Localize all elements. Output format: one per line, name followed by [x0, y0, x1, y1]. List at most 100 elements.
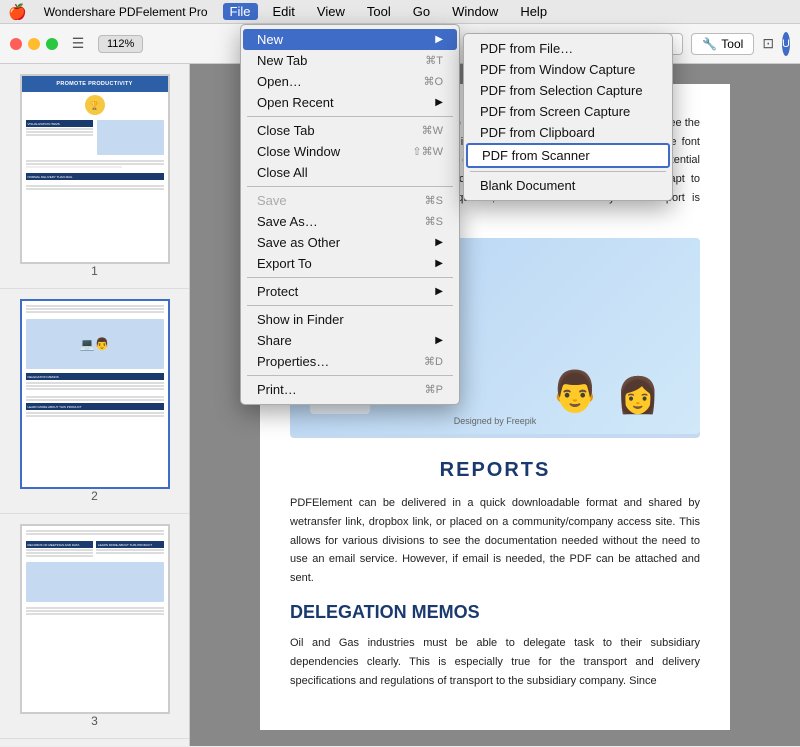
menu-item-export[interactable]: Export To ▶: [243, 253, 457, 274]
minimize-button[interactable]: [28, 38, 40, 50]
pdf-from-selection-label: PDF from Selection Capture: [480, 83, 643, 98]
menu-item-share[interactable]: Share ▶: [243, 330, 457, 351]
maximize-button[interactable]: [46, 38, 58, 50]
menu-item-open[interactable]: Open… ⌘O: [243, 71, 457, 92]
page-1-thumbnail: PROMOTE PRODUCTIVITY 🏆 VISUALIZATION ITE…: [20, 74, 170, 264]
menubar-window[interactable]: Window: [445, 3, 505, 20]
tool-button[interactable]: 🔧 Tool: [691, 33, 754, 55]
file-menu-sep-5: [247, 375, 453, 376]
close-button[interactable]: [10, 38, 22, 50]
blank-document-label: Blank Document: [480, 178, 575, 193]
page-3-number: 3: [91, 714, 98, 728]
pdf-from-screen-label: PDF from Screen Capture: [480, 104, 630, 119]
pdf-paragraph-3: PDFElement can be delivered in a quick d…: [290, 494, 700, 587]
page-2-number: 2: [91, 489, 98, 503]
menu-save-shortcut: ⌘S: [425, 194, 443, 207]
pdf-from-file-label: PDF from File…: [480, 41, 573, 56]
menu-protect-label: Protect: [257, 284, 431, 299]
sidebar-page-3[interactable]: RECORDS OF MEETINGS AND DATA LEARN MORE …: [0, 514, 189, 739]
submenu-pdf-from-window[interactable]: PDF from Window Capture: [466, 59, 670, 80]
menu-item-close-tab[interactable]: Close Tab ⌘W: [243, 120, 457, 141]
file-menu-sep-1: [247, 116, 453, 117]
sidebar-page-1[interactable]: PROMOTE PRODUCTIVITY 🏆 VISUALIZATION ITE…: [0, 64, 189, 289]
toolbar-left: ☰ 112%: [0, 32, 190, 56]
menu-item-close-window[interactable]: Close Window ⇧⌘W: [243, 141, 457, 162]
menu-new-tab-label: New Tab: [257, 53, 417, 68]
submenu-blank-document[interactable]: Blank Document: [466, 175, 670, 196]
page-3-thumbnail: RECORDS OF MEETINGS AND DATA LEARN MORE …: [20, 524, 170, 714]
menubar-help[interactable]: Help: [513, 3, 554, 20]
submenu-pdf-from-clipboard[interactable]: PDF from Clipboard: [466, 122, 670, 143]
pdf-delegation-title: DELEGATION MEMOS: [290, 598, 700, 627]
submenu-separator: [470, 171, 666, 172]
menu-item-print[interactable]: Print… ⌘P: [243, 379, 457, 400]
page-1-number: 1: [91, 264, 98, 278]
user-avatar[interactable]: U: [782, 32, 790, 56]
menu-open-recent-arrow: ▶: [435, 97, 443, 108]
menu-item-show-finder[interactable]: Show in Finder: [243, 309, 457, 330]
menu-print-label: Print…: [257, 382, 417, 397]
menu-save-as-shortcut: ⌘S: [425, 215, 443, 228]
menu-close-tab-label: Close Tab: [257, 123, 414, 138]
submenu-pdf-from-file[interactable]: PDF from File…: [466, 38, 670, 59]
submenu-pdf-from-screen[interactable]: PDF from Screen Capture: [466, 101, 670, 122]
file-menu-dropdown: New ▶ PDF from File… PDF from Window Cap…: [240, 24, 460, 405]
sidebar-page-2[interactable]: 💻👨 DELEGATION MEMOS LEARN MORE ABOUT THI…: [0, 289, 189, 514]
menu-item-save-as[interactable]: Save As… ⌘S: [243, 211, 457, 232]
menubar-tool[interactable]: Tool: [360, 3, 398, 20]
menu-new-tab-shortcut: ⌘T: [425, 54, 443, 67]
pdf-paragraph-4: Oil and Gas industries must be able to d…: [290, 634, 700, 690]
menu-close-window-shortcut: ⇧⌘W: [412, 145, 443, 158]
sidebar-toggle-icon[interactable]: ☰: [66, 32, 90, 56]
menu-save-other-arrow: ▶: [435, 237, 443, 248]
expand-icon[interactable]: ⊡: [762, 32, 774, 56]
file-menu-sep-3: [247, 277, 453, 278]
menu-item-new[interactable]: New ▶ PDF from File… PDF from Window Cap…: [243, 29, 457, 50]
menu-save-label: Save: [257, 193, 417, 208]
menu-item-open-recent[interactable]: Open Recent ▶: [243, 92, 457, 113]
menu-item-save: Save ⌘S: [243, 190, 457, 211]
zoom-control[interactable]: 112%: [98, 35, 143, 53]
menu-new-arrow: ▶: [435, 34, 443, 45]
menu-item-properties[interactable]: Properties… ⌘D: [243, 351, 457, 372]
menu-open-label: Open…: [257, 74, 415, 89]
menu-share-arrow: ▶: [435, 335, 443, 346]
submenu-pdf-from-scanner[interactable]: PDF from Scanner: [466, 143, 670, 168]
menu-close-window-label: Close Window: [257, 144, 404, 159]
menu-close-tab-shortcut: ⌘W: [422, 124, 443, 137]
menu-item-protect[interactable]: Protect ▶: [243, 281, 457, 302]
file-menu-sep-4: [247, 305, 453, 306]
pdf-reports-title: REPORTS: [290, 454, 700, 486]
traffic-lights: [10, 38, 58, 50]
menu-export-label: Export To: [257, 256, 431, 271]
menu-protect-arrow: ▶: [435, 286, 443, 297]
menubar-app-name: Wondershare PDFelement Pro: [37, 4, 215, 20]
menu-show-finder-label: Show in Finder: [257, 312, 443, 327]
apple-logo-icon: 🍎: [8, 3, 27, 21]
menu-close-all-label: Close All: [257, 165, 443, 180]
tool-label: Tool: [721, 37, 743, 51]
menu-share-label: Share: [257, 333, 431, 348]
menu-item-new-tab[interactable]: New Tab ⌘T: [243, 50, 457, 71]
menu-open-shortcut: ⌘O: [423, 75, 443, 88]
menu-item-save-as-other[interactable]: Save as Other ▶: [243, 232, 457, 253]
menu-open-recent-label: Open Recent: [257, 95, 431, 110]
pdf-from-scanner-label: PDF from Scanner: [482, 148, 590, 163]
page-sidebar: PROMOTE PRODUCTIVITY 🏆 VISUALIZATION ITE…: [0, 64, 190, 746]
menu-save-other-label: Save as Other: [257, 235, 431, 250]
tool-icon: 🔧: [702, 37, 717, 51]
menu-save-as-label: Save As…: [257, 214, 417, 229]
menu-item-close-all[interactable]: Close All: [243, 162, 457, 183]
pdf-from-window-label: PDF from Window Capture: [480, 62, 635, 77]
menu-new-label: New: [257, 32, 431, 47]
menubar: 🍎 Wondershare PDFelement Pro File Edit V…: [0, 0, 800, 24]
menubar-go[interactable]: Go: [406, 3, 437, 20]
menu-export-arrow: ▶: [435, 258, 443, 269]
page-2-thumbnail: 💻👨 DELEGATION MEMOS LEARN MORE ABOUT THI…: [20, 299, 170, 489]
submenu-pdf-from-selection[interactable]: PDF from Selection Capture: [466, 80, 670, 101]
pdf-from-clipboard-label: PDF from Clipboard: [480, 125, 595, 140]
file-menu-sep-2: [247, 186, 453, 187]
menubar-edit[interactable]: Edit: [266, 3, 302, 20]
menubar-file[interactable]: File: [223, 3, 258, 20]
menubar-view[interactable]: View: [310, 3, 352, 20]
